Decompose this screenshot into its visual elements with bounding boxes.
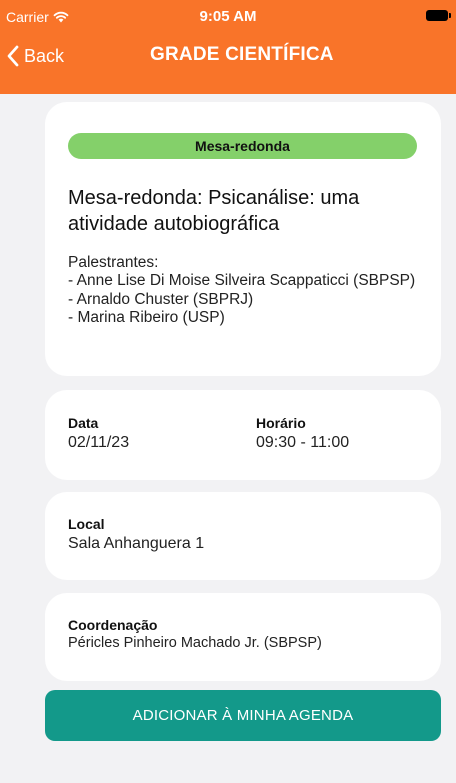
speaker-item: - Arnaldo Chuster (SBPRJ): [68, 290, 254, 308]
event-title: Mesa-redonda: Psicanálise: uma atividade…: [68, 187, 360, 235]
chevron-left-icon: [7, 45, 19, 67]
coordination-label: Coordenação: [68, 617, 158, 633]
speaker-item: - Marina Ribeiro (USP): [68, 309, 225, 326]
coordination-value: Péricles Pinheiro Machado Jr. (SBPSP): [68, 635, 322, 651]
navigation-bar: Back GRADE CIENTÍFICA: [0, 34, 456, 78]
add-to-agenda-button[interactable]: ADICIONAR À MINHA AGENDA: [45, 690, 441, 741]
category-badge: Mesa-redonda: [68, 133, 417, 159]
speaker-item: - Anne Lise Di Moise Silveira Scappaticc…: [68, 272, 416, 289]
speakers-label: Palestrantes:: [68, 254, 159, 271]
location-card: Local Sala Anhanguera 1: [45, 492, 441, 580]
battery-icon: [426, 10, 451, 21]
location-label: Local: [68, 516, 105, 532]
date-label: Data: [68, 415, 99, 431]
page-title: GRADE CIENTÍFICA: [150, 44, 334, 65]
status-bar: Carrier 9:05 AM: [0, 0, 456, 32]
coordination-card: Coordenação Péricles Pinheiro Machado Jr…: [45, 593, 441, 681]
event-card: Mesa-redonda Mesa-redonda: Psicanálise: …: [45, 102, 441, 376]
schedule-card: Data 02/11/23 Horário 09:30 - 11:00: [45, 390, 441, 480]
app-header: Carrier 9:05 AM Back GRADE CIENTÍFICA: [0, 0, 456, 94]
back-label: Back: [24, 45, 65, 66]
status-time: 9:05 AM: [199, 8, 257, 25]
speakers-list: - Anne Lise Di Moise Silveira Scappaticc…: [68, 272, 428, 328]
location-value: Sala Anhanguera 1: [68, 535, 205, 552]
time-value: 09:30 - 11:00: [256, 434, 350, 451]
date-value: 02/11/23: [68, 434, 130, 451]
back-button[interactable]: Back: [6, 40, 64, 72]
time-label: Horário: [256, 415, 306, 431]
